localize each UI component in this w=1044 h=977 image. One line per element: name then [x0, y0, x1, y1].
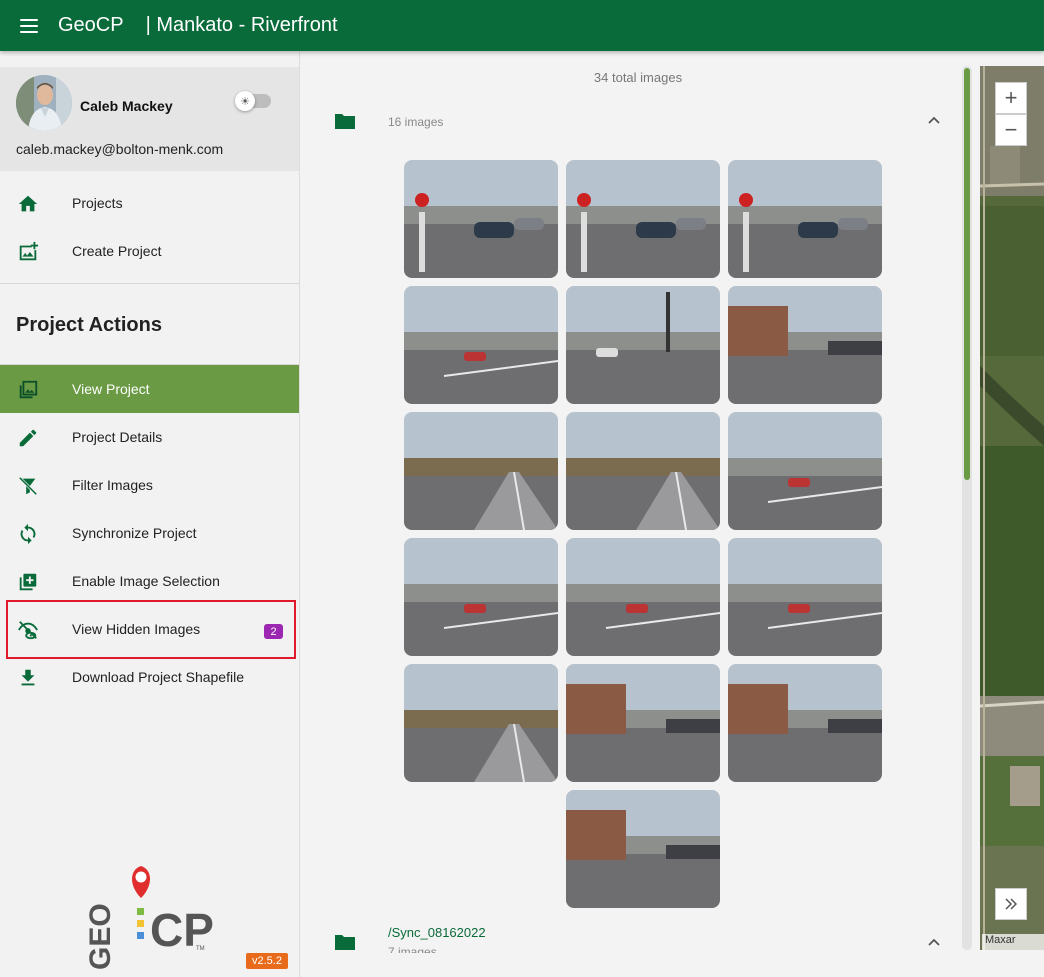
nav-item-label: Project Details [72, 429, 163, 445]
top-app-bar: GeoCP | Mankato - Riverfront [0, 0, 1044, 51]
version-badge: v2.5.2 [246, 953, 288, 969]
nav-item-enable-image-selection[interactable]: Enable Image Selection [0, 557, 299, 605]
image-stack-icon [19, 380, 38, 399]
folder-image-count: 16 images [388, 115, 444, 129]
user-name: Caleb Mackey [80, 98, 173, 114]
nav-item-filter-images[interactable]: Filter Images [0, 461, 299, 509]
chevron-up-icon[interactable] [927, 113, 941, 127]
zoom-out-button[interactable]: − [995, 114, 1027, 146]
image-thumbnail[interactable] [728, 664, 882, 782]
section-title-project-actions: Project Actions [16, 314, 162, 336]
app-name: GeoCP [58, 14, 124, 36]
nav-item-view-project[interactable]: View Project [0, 365, 299, 413]
expand-map-button[interactable] [995, 888, 1027, 920]
user-profile: Caleb Mackey ☀ caleb.mackey@bolton-menk.… [0, 67, 299, 171]
user-email: caleb.mackey@bolton-menk.com [16, 141, 224, 157]
image-thumbnail[interactable] [404, 412, 558, 530]
sun-icon: ☀ [235, 91, 255, 111]
gallery-scrollbar[interactable] [962, 66, 972, 950]
home-icon [18, 195, 38, 212]
sync-icon [20, 523, 36, 545]
nav-item-create-project[interactable]: Create Project [0, 227, 299, 275]
image-thumbnail[interactable] [566, 538, 720, 656]
image-thumbnail[interactable] [728, 160, 882, 278]
geocp-logo: GEO CP TM [84, 866, 214, 970]
nav-item-label: View Project [72, 381, 150, 397]
highlight-outline [6, 600, 296, 659]
project-title: | Mankato - Riverfront [145, 14, 338, 36]
image-thumbnail[interactable] [566, 412, 720, 530]
zoom-in-button[interactable]: + [995, 82, 1027, 114]
nav-item-label: Create Project [72, 243, 162, 259]
pencil-icon [19, 429, 37, 447]
double-chevron-right-icon [1005, 898, 1018, 910]
folder-icon [335, 114, 355, 129]
nav-item-download-shapefile[interactable]: Download Project Shapefile [0, 653, 299, 701]
total-images-count: 34 total images [593, 70, 683, 85]
map-panel[interactable]: + − [980, 66, 1044, 950]
add-box-icon [19, 573, 37, 591]
nav-item-label: Enable Image Selection [72, 573, 220, 589]
image-thumbnail[interactable] [404, 538, 558, 656]
image-thumbnail[interactable] [728, 286, 882, 404]
divider [0, 283, 299, 284]
nav-item-label: Synchronize Project [72, 525, 197, 541]
avatar [16, 75, 72, 131]
svg-text:GEO: GEO [84, 903, 117, 970]
image-thumbnail[interactable] [566, 664, 720, 782]
image-thumbnail[interactable] [566, 790, 720, 908]
image-thumbnail[interactable] [566, 160, 720, 278]
filter-off-icon [18, 476, 38, 496]
folder-icon [335, 935, 355, 950]
nav-item-synchronize-project[interactable]: Synchronize Project [0, 509, 299, 557]
map-attribution: Maxar [982, 934, 1044, 950]
image-thumbnail[interactable] [404, 160, 558, 278]
nav-item-label: Filter Images [72, 477, 153, 493]
map-footer [980, 950, 1044, 977]
sidebar: Caleb Mackey ☀ caleb.mackey@bolton-menk.… [0, 51, 300, 977]
image-thumbnail[interactable] [728, 412, 882, 530]
nav-item-label: Projects [72, 195, 123, 211]
image-thumbnail[interactable] [566, 286, 720, 404]
image-thumbnail[interactable] [404, 664, 558, 782]
image-gallery: 34 total images 16 images /Sync_08162022… [300, 51, 976, 977]
download-icon [21, 669, 35, 686]
add-photo-icon [19, 241, 39, 261]
nav-item-label: Download Project Shapefile [72, 669, 244, 685]
nav-item-projects[interactable]: Projects [0, 179, 299, 227]
nav-item-project-details[interactable]: Project Details [0, 413, 299, 461]
hamburger-menu-icon[interactable] [20, 18, 38, 33]
folder-image-count: 7 images [388, 945, 437, 953]
svg-text:TM: TM [196, 946, 205, 952]
satellite-imagery [980, 66, 1044, 950]
scrollbar-thumb[interactable] [964, 68, 970, 480]
theme-toggle[interactable]: ☀ [235, 91, 271, 111]
chevron-up-icon[interactable] [927, 935, 941, 949]
image-thumbnail[interactable] [404, 286, 558, 404]
image-thumbnail[interactable] [728, 538, 882, 656]
folder-path[interactable]: /Sync_08162022 [388, 925, 486, 940]
